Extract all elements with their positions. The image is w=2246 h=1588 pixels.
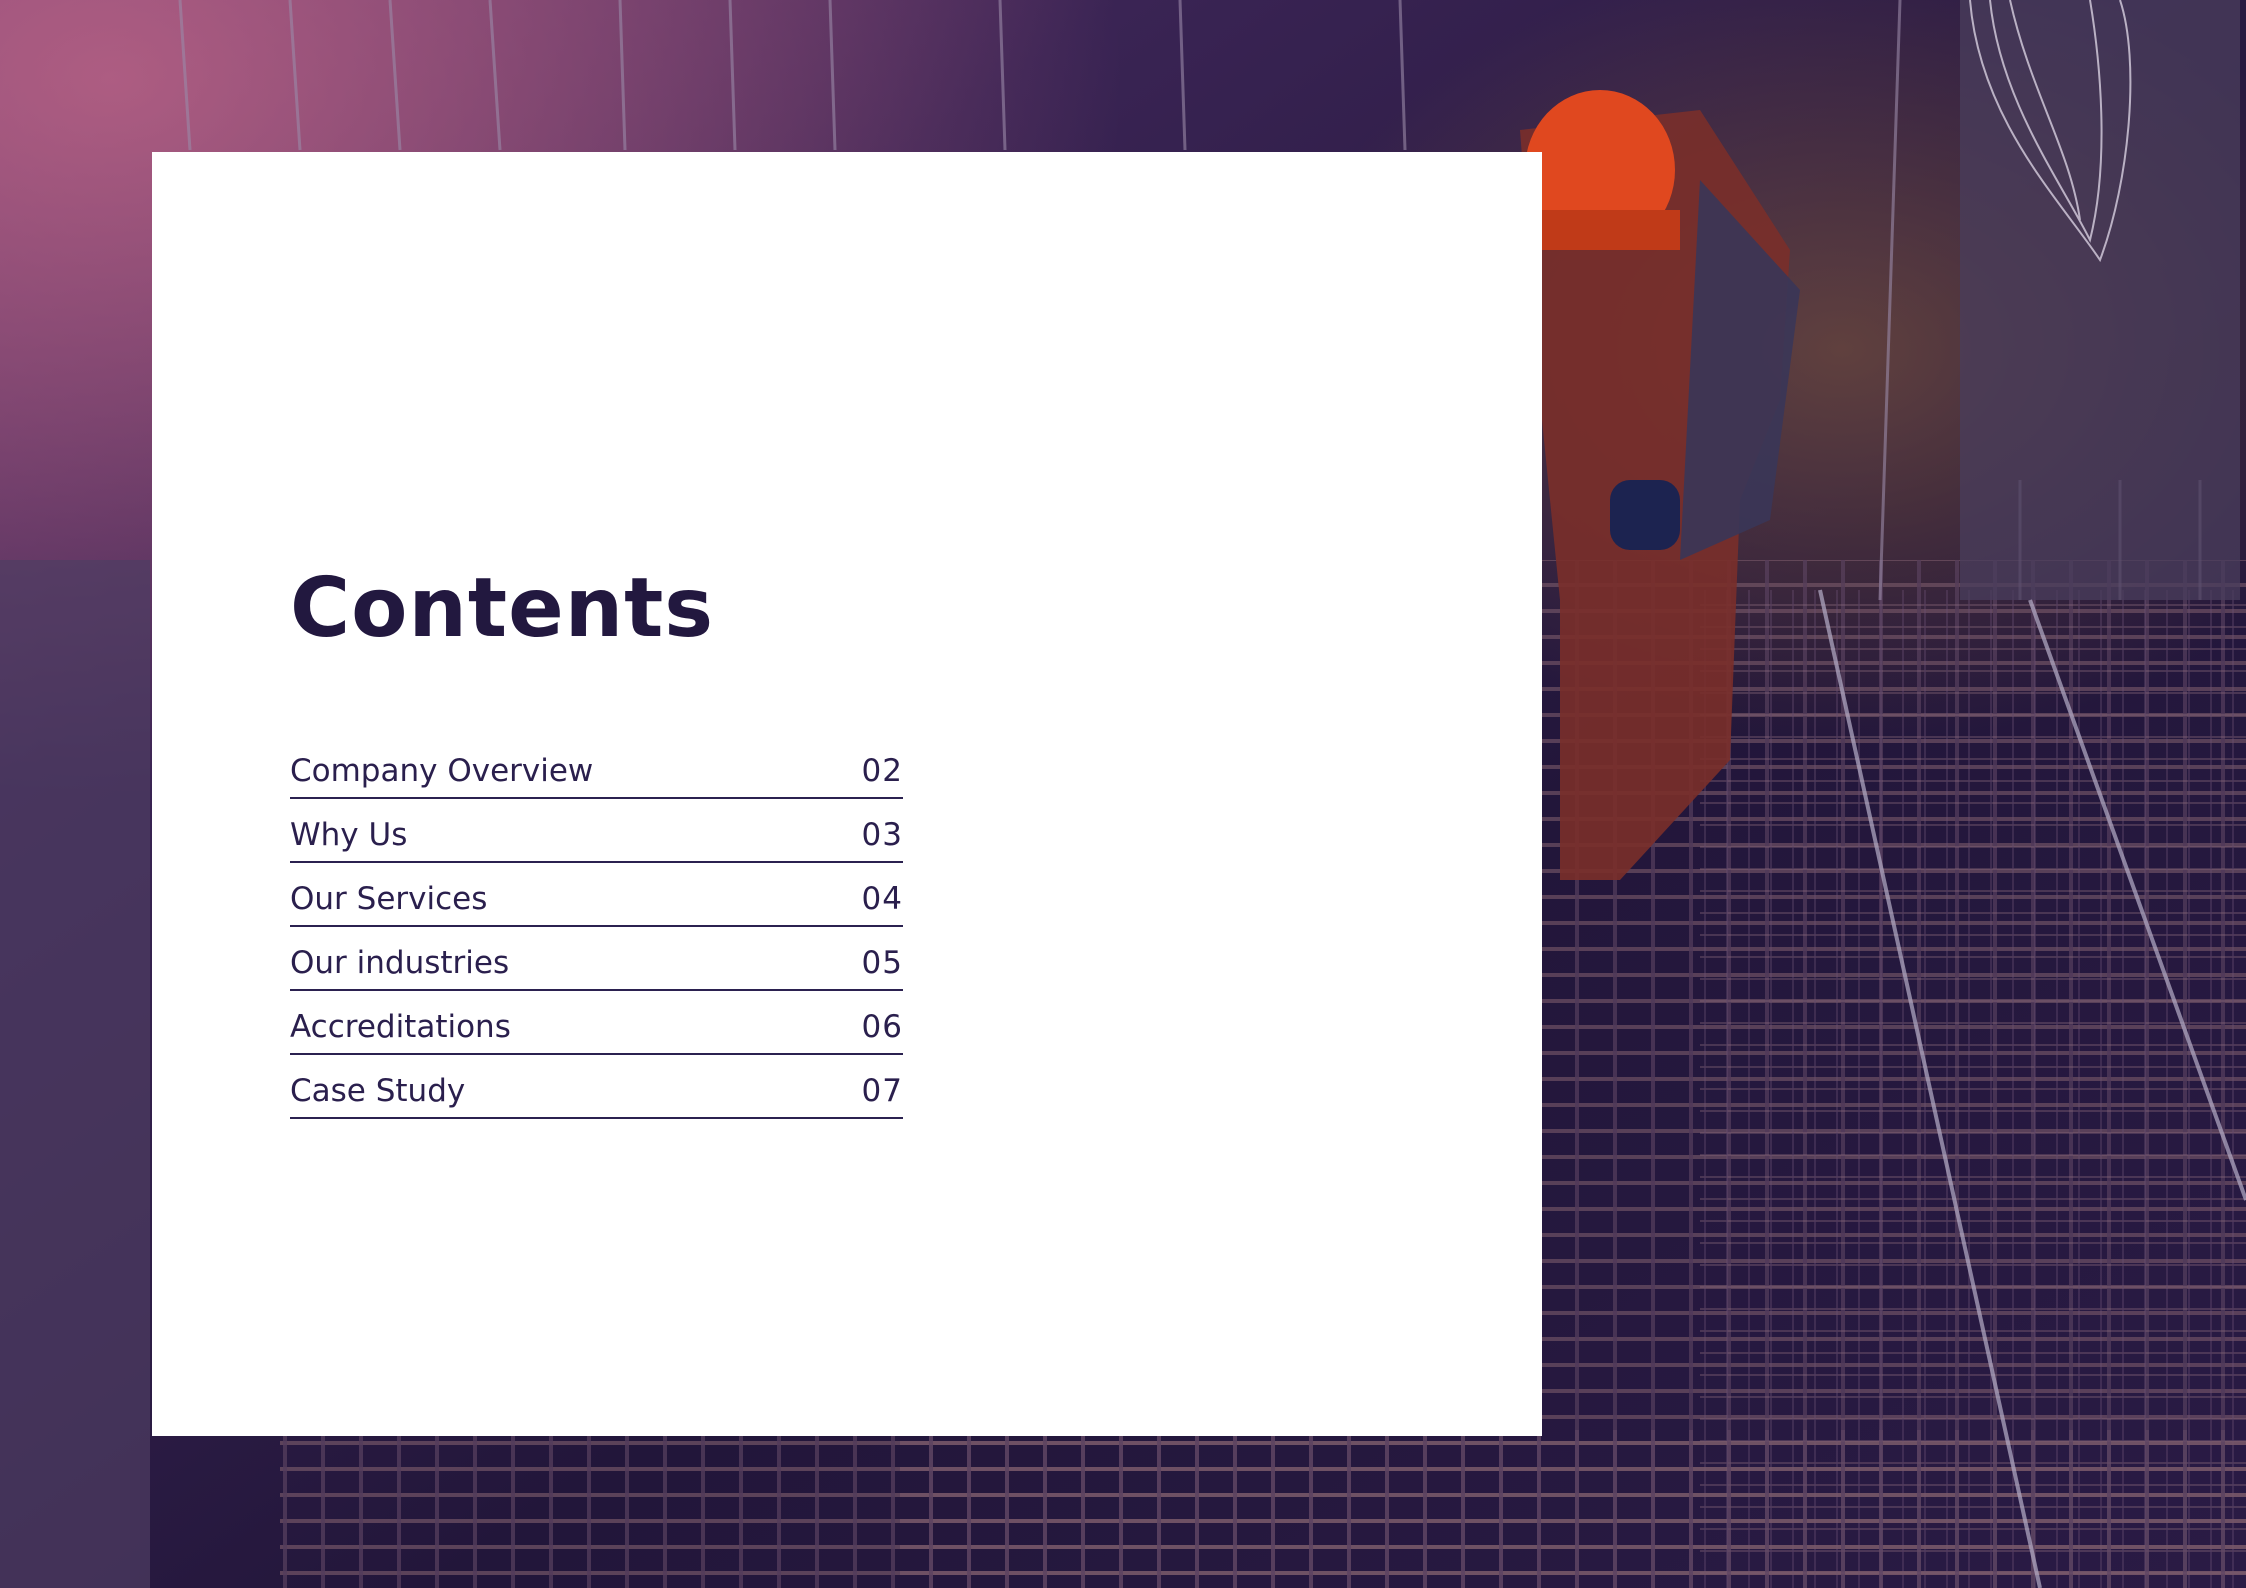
page-title: Contents — [290, 561, 715, 656]
brochure-page: Contents Company Overview 02 Why Us 03 O… — [0, 0, 2246, 1588]
toc-item-page-number: 06 — [861, 1009, 903, 1045]
toc-item-label: Company Overview — [290, 753, 594, 789]
toc-item-label: Our Services — [290, 881, 488, 917]
toc-item-page-number: 04 — [861, 881, 903, 917]
toc-item-page-number: 07 — [861, 1073, 903, 1109]
toc-item[interactable]: Our Services 04 — [290, 863, 903, 927]
toc-item[interactable]: Accreditations 06 — [290, 991, 903, 1055]
toc-item[interactable]: Case Study 07 — [290, 1055, 903, 1119]
toc-item-label: Why Us — [290, 817, 408, 853]
toc-item[interactable]: Company Overview 02 — [290, 735, 903, 799]
toc-item-page-number: 02 — [861, 753, 903, 789]
toc-item-label: Our industries — [290, 945, 510, 981]
toc-item-label: Case Study — [290, 1073, 466, 1109]
table-of-contents: Company Overview 02 Why Us 03 Our Servic… — [290, 735, 903, 1119]
toc-item[interactable]: Why Us 03 — [290, 799, 903, 863]
toc-item-page-number: 03 — [861, 817, 903, 853]
toc-item-label: Accreditations — [290, 1009, 511, 1045]
toc-item-page-number: 05 — [861, 945, 903, 981]
toc-item[interactable]: Our industries 05 — [290, 927, 903, 991]
